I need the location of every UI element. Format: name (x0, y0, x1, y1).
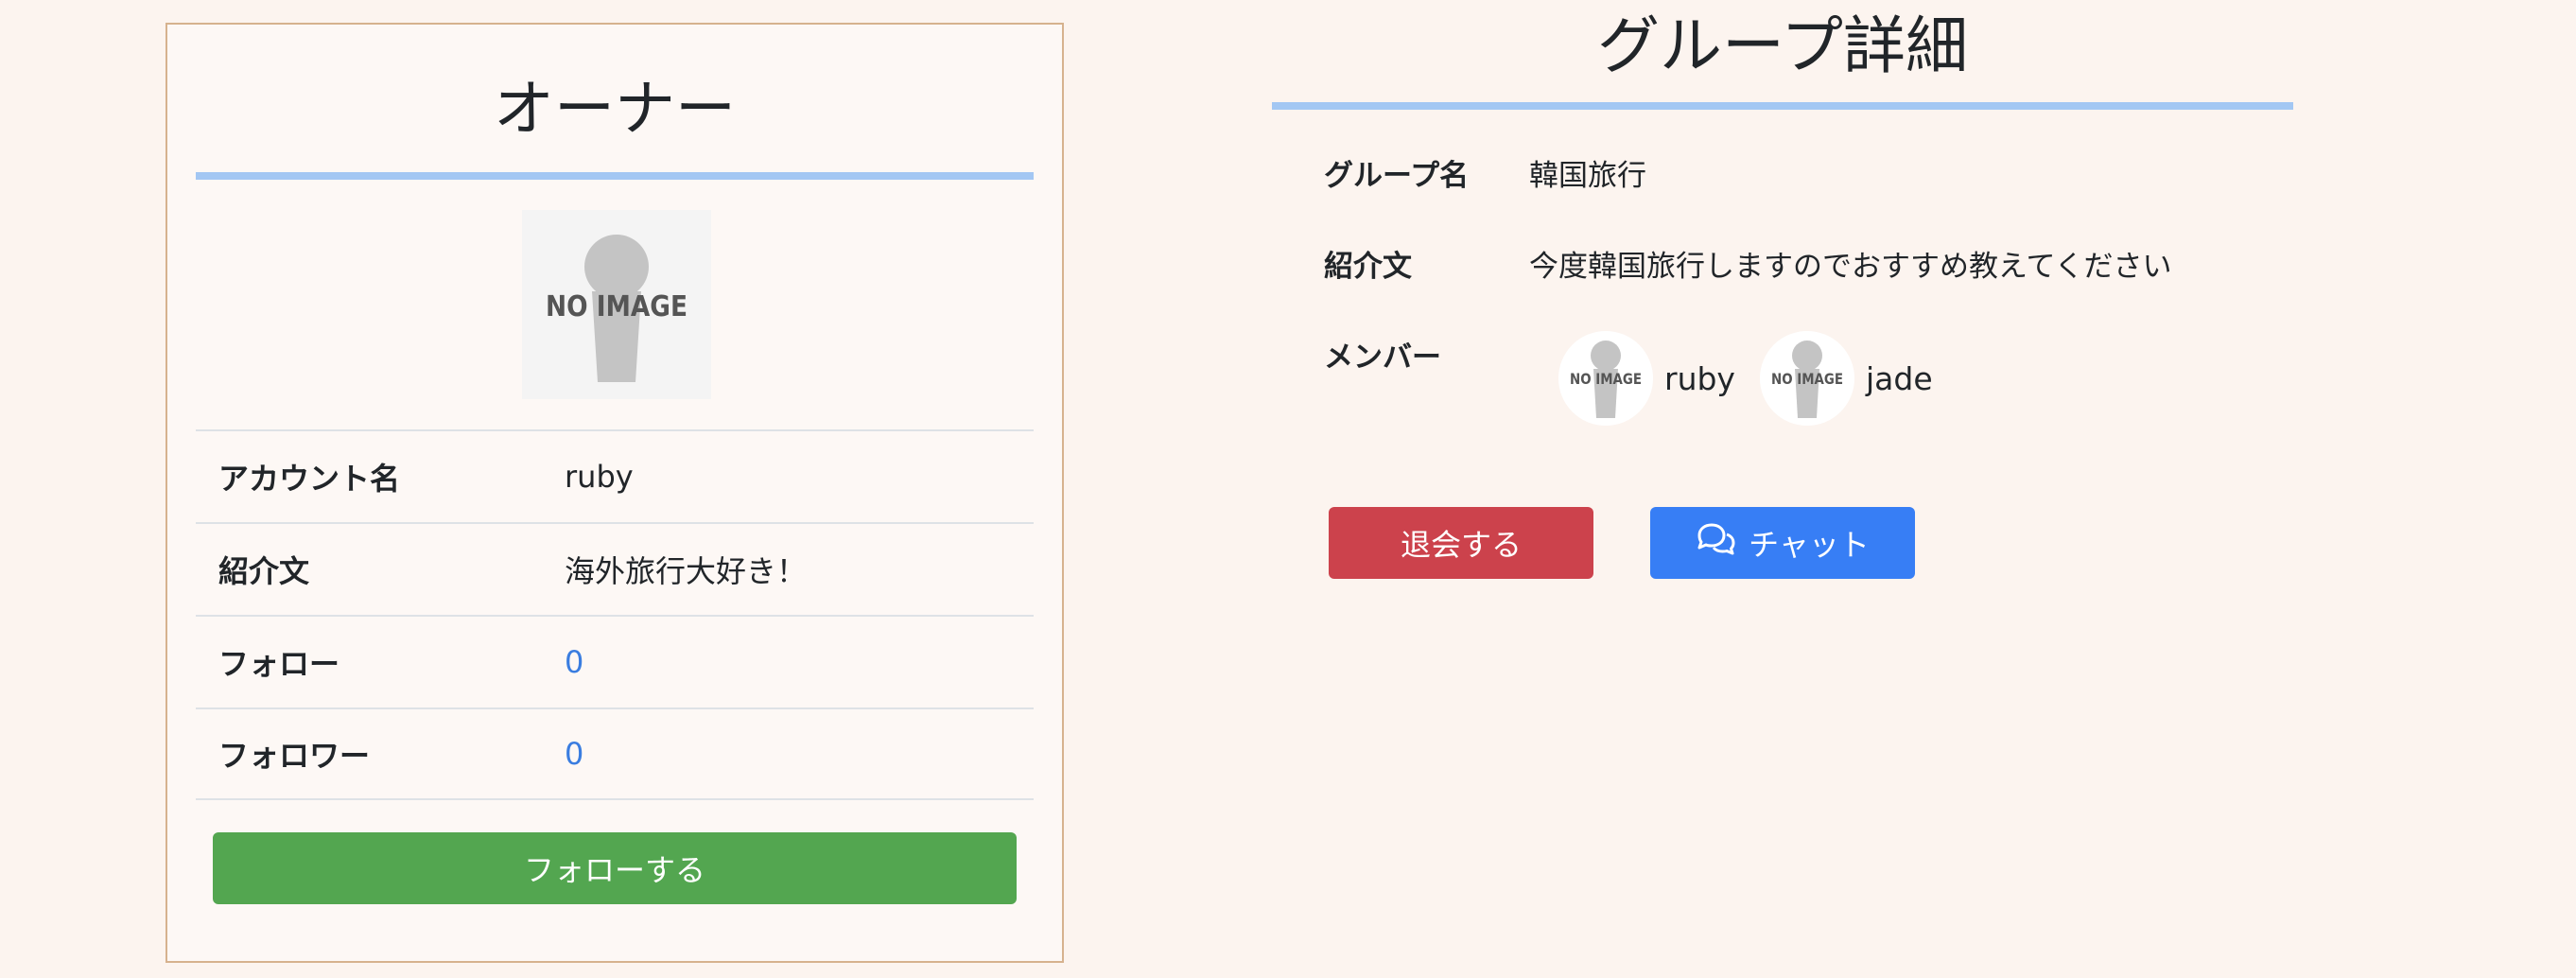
group-name-label: グループ名 (1324, 159, 1470, 193)
member-name: ruby (1664, 359, 1735, 397)
leave-group-button[interactable]: 退会する (1329, 507, 1593, 579)
info-row-account: アカウント名 ruby (196, 429, 1034, 522)
owner-avatar: NO IMAGE (522, 210, 711, 399)
group-detail-title: グループ詳細 (1596, 9, 1969, 82)
group-intro-label: 紹介文 (1324, 250, 1412, 284)
chat-button[interactable]: チャット (1650, 507, 1915, 579)
intro-label: 紹介文 (218, 553, 310, 589)
leave-button-label: 退会する (1400, 527, 1522, 563)
owner-title: オーナー (494, 75, 736, 145)
chat-button-label: チャット (1749, 527, 1870, 563)
info-row-followers: フォロワー 0 (196, 707, 1034, 800)
svg-text:NO IMAGE: NO IMAGE (1771, 370, 1843, 388)
svg-text:NO IMAGE: NO IMAGE (546, 290, 688, 323)
info-row-following: フォロー 0 (196, 615, 1034, 707)
member-item[interactable]: NO IMAGE jade (1760, 329, 1933, 428)
group-intro-value: 今度韓国旅行しますのでおすすめ教えてください (1529, 250, 2172, 284)
following-label: フォロー (218, 646, 340, 682)
owner-title-rule (196, 172, 1034, 180)
owner-info-table: アカウント名 ruby 紹介文 海外旅行大好き！ フォロー 0 フォロワー 0 (196, 429, 1034, 800)
follow-button[interactable]: フォローする (213, 832, 1017, 904)
svg-text:NO IMAGE: NO IMAGE (1570, 370, 1642, 388)
group-name-value: 韓国旅行 (1529, 159, 1646, 193)
members-label: メンバー (1324, 341, 1441, 375)
followers-count-link[interactable]: 0 (565, 736, 1034, 772)
followers-label: フォロワー (218, 738, 371, 774)
account-name-value: ruby (565, 459, 634, 495)
member-avatar: NO IMAGE (1558, 331, 1653, 426)
member-name: jade (1866, 359, 1933, 397)
owner-card: オーナー NO IMAGE アカウント名 ruby 紹介文 海外旅行大好き！ フ… (165, 23, 1064, 963)
group-title-rule (1272, 102, 2293, 110)
intro-value: 海外旅行大好き！ (565, 553, 808, 589)
member-avatar: NO IMAGE (1760, 331, 1854, 426)
chat-bubbles-icon (1696, 522, 1737, 564)
member-item[interactable]: NO IMAGE ruby (1558, 329, 1735, 428)
account-name-label: アカウント名 (218, 461, 401, 497)
info-row-intro: 紹介文 海外旅行大好き！ (196, 522, 1034, 615)
following-count-link[interactable]: 0 (565, 644, 1034, 680)
